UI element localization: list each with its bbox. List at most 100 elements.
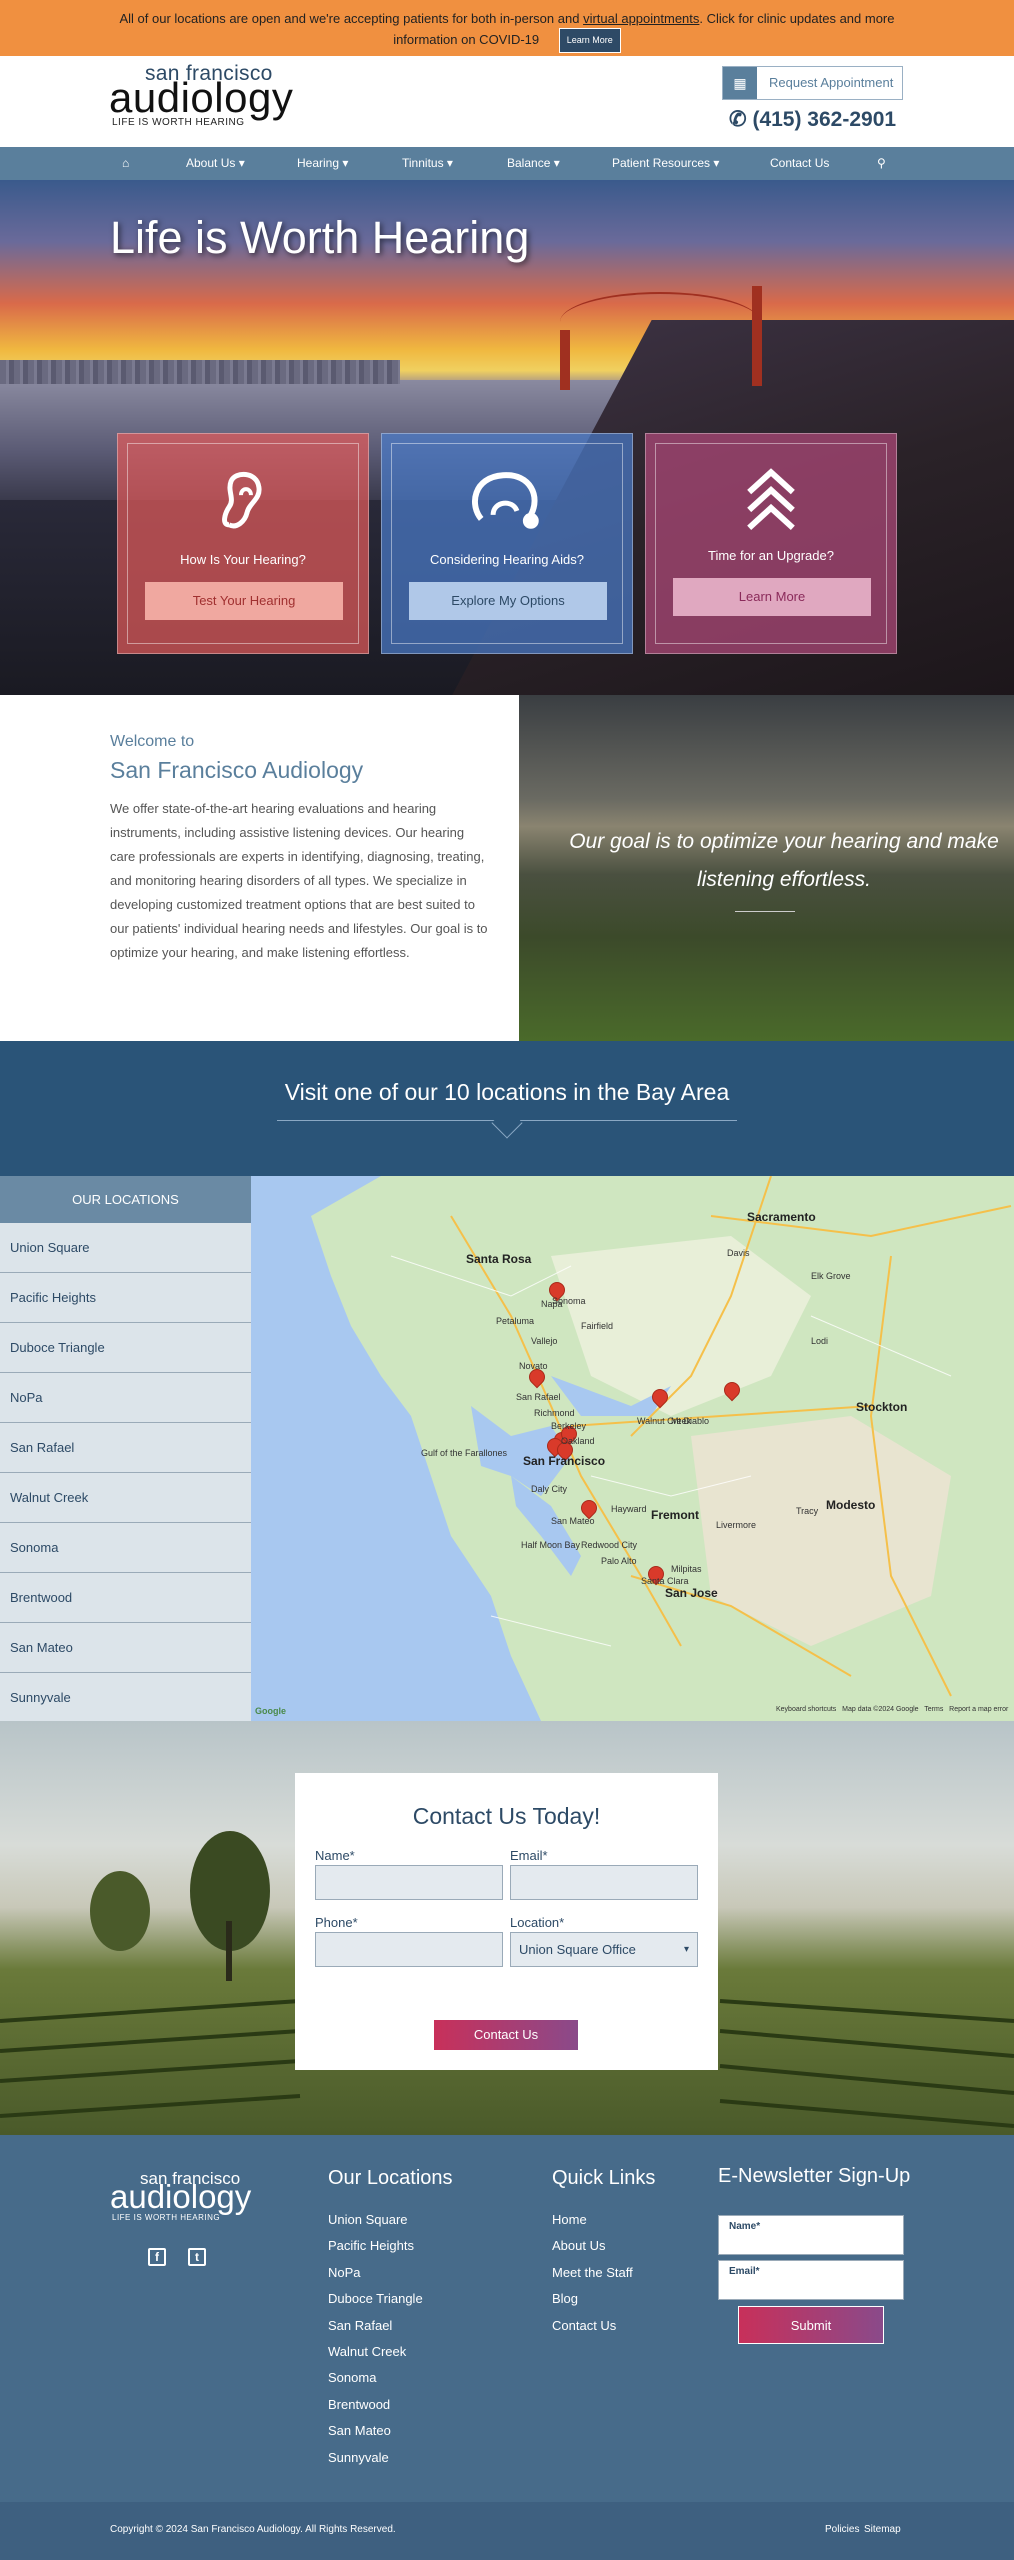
map-terrain	[311, 1176, 1014, 1721]
learn-more-button[interactable]: Learn More	[558, 28, 621, 53]
nav-contact-us[interactable]: Contact Us	[770, 147, 829, 180]
phone-icon: ✆	[729, 108, 747, 131]
email-input[interactable]	[510, 1865, 698, 1900]
google-logo: Google	[255, 1706, 286, 1716]
location-select[interactable]: Union Square Office ▾	[510, 1932, 698, 1967]
request-appointment-button[interactable]: ▦ Request Appointment	[722, 66, 903, 100]
sitemap-link[interactable]: Sitemap	[864, 2524, 901, 2535]
footer-quick-link[interactable]: Blog	[552, 2291, 578, 2306]
learn-more-upgrade-button[interactable]: Learn More	[673, 578, 871, 616]
location-list-item[interactable]: Brentwood	[0, 1573, 251, 1623]
map-place-label: San Mateo	[551, 1516, 595, 1526]
hearing-test-card[interactable]: How Is Your Hearing? Test Your Hearing	[117, 433, 369, 654]
map-place-label: Berkeley	[551, 1421, 587, 1431]
footer-location-link[interactable]: San Mateo	[328, 2423, 391, 2438]
map-place-label: Tracy	[796, 1506, 819, 1516]
footer-location-link[interactable]: Union Square	[328, 2212, 408, 2227]
locations-map[interactable]: Sacramento Santa Rosa San Francisco Stockto…	[251, 1176, 1014, 1721]
copyright-bar: Copyright © 2024 San Francisco Audiology…	[0, 2502, 1014, 2560]
location-list-item[interactable]: San Rafael	[0, 1423, 251, 1473]
welcome-title: San Francisco Audiology	[110, 757, 364, 783]
map-place-label: Redwood City	[581, 1540, 638, 1550]
nav-about-us-label: About Us	[186, 156, 236, 170]
goal-quote: Our goal is to optimize your hearing and…	[569, 830, 999, 891]
policies-link[interactable]: Policies	[825, 2524, 859, 2535]
nav-hearing-label: Hearing	[297, 156, 340, 170]
map-place-label: Hayward	[611, 1504, 647, 1514]
phone-input[interactable]	[315, 1932, 503, 1967]
nav-patient-resources[interactable]: Patient Resources ▾	[612, 147, 719, 180]
keyboard-shortcuts-link[interactable]: Keyboard shortcuts	[776, 1706, 836, 1713]
newsletter-submit-button[interactable]: Submit	[738, 2306, 884, 2344]
location-list-item[interactable]: Walnut Creek	[0, 1473, 251, 1523]
welcome-body: We offer state-of-the-art hearing evalua…	[110, 801, 488, 960]
footer-location-link[interactable]: San Rafael	[328, 2318, 392, 2333]
newsletter-name-input[interactable]: Name*	[718, 2215, 904, 2255]
contact-us-submit-button[interactable]: Contact Us	[434, 2020, 578, 2050]
facebook-icon[interactable]: f	[148, 2248, 166, 2266]
contact-form: Contact Us Today! Name* Email* Phone* Lo…	[295, 1773, 718, 2070]
map-place-label: Half Moon Bay	[521, 1540, 581, 1550]
chevrons-up-icon	[747, 468, 795, 530]
footer-location-link[interactable]: Duboce Triangle	[328, 2291, 423, 2306]
locations-banner: Visit one of our 10 locations in the Bay…	[0, 1041, 1014, 1176]
chevron-down-icon: ▾	[713, 156, 720, 170]
report-map-error-link[interactable]: Report a map error	[949, 1706, 1008, 1713]
nav-tinnitus[interactable]: Tinnitus ▾	[402, 147, 453, 180]
twitter-icon[interactable]: t	[188, 2248, 206, 2266]
footer-quick-link[interactable]: Meet the Staff	[552, 2265, 633, 2280]
map-place-label: Fremont	[651, 1508, 699, 1522]
newsletter-email-label: Email*	[729, 2266, 760, 2277]
newsletter-email-input[interactable]: Email*	[718, 2260, 904, 2300]
footer-location-link[interactable]: Sunnyvale	[328, 2450, 389, 2465]
nav-about-us[interactable]: About Us ▾	[186, 147, 245, 180]
map-place-label: Sonoma	[552, 1296, 586, 1306]
test-your-hearing-button[interactable]: Test Your Hearing	[145, 582, 343, 620]
map-place-label: Livermore	[716, 1520, 757, 1530]
goal-quote-panel: Our goal is to optimize your hearing and…	[519, 695, 1014, 1041]
location-list-item[interactable]: Duboce Triangle	[0, 1323, 251, 1373]
hearing-aids-card[interactable]: Considering Hearing Aids? Explore My Opt…	[381, 433, 633, 654]
locations-banner-title: Visit one of our 10 locations in the Bay…	[284, 1079, 730, 1105]
phone-link[interactable]: ✆ (415) 362-2901	[729, 107, 896, 132]
footer-quick-link[interactable]: Contact Us	[552, 2318, 616, 2333]
search-icon[interactable]: ⚲	[877, 147, 886, 180]
name-input[interactable]	[315, 1865, 503, 1900]
footer-location-link[interactable]: Walnut Creek	[328, 2344, 406, 2359]
location-list-item[interactable]: San Mateo	[0, 1623, 251, 1673]
footer-quick-link[interactable]: About Us	[552, 2238, 605, 2253]
footer-logo-tagline: LIFE IS WORTH HEARING	[112, 2213, 221, 2222]
newsletter-title: E-Newsletter Sign-Up	[718, 2165, 911, 2187]
terms-link[interactable]: Terms	[924, 1706, 943, 1713]
bridge-cable	[560, 292, 760, 352]
location-list-item[interactable]: NoPa	[0, 1373, 251, 1423]
home-icon[interactable]: ⌂	[122, 147, 129, 180]
chevron-down-icon: ▾	[342, 156, 349, 170]
footer-quick-link[interactable]: Home	[552, 2212, 587, 2227]
explore-my-options-button[interactable]: Explore My Options	[409, 582, 607, 620]
alert-text-before: All of our locations are open and we're …	[119, 11, 580, 26]
map-place-label: Santa Clara	[641, 1576, 689, 1586]
footer-location-link[interactable]: Sonoma	[328, 2370, 376, 2385]
footer-location-link[interactable]: Pacific Heights	[328, 2238, 414, 2253]
map-place-label: Modesto	[826, 1498, 876, 1512]
chevron-down-icon: ▾	[683, 1944, 689, 1955]
virtual-appointments-link[interactable]: virtual appointments	[583, 11, 699, 26]
name-label: Name*	[315, 1848, 355, 1863]
chevron-down-icon: ▾	[446, 156, 453, 170]
location-list-item[interactable]: Pacific Heights	[0, 1273, 251, 1323]
nav-balance-label: Balance	[507, 156, 551, 170]
ear-icon	[222, 472, 262, 529]
map-place-label: Elk Grove	[811, 1271, 851, 1281]
footer-location-link[interactable]: Brentwood	[328, 2397, 390, 2412]
footer-location-link[interactable]: NoPa	[328, 2265, 361, 2280]
location-select-value: Union Square Office	[519, 1942, 636, 1957]
card-label: Considering Hearing Aids?	[430, 552, 584, 567]
upgrade-card[interactable]: Time for an Upgrade? Learn More	[645, 433, 897, 654]
nav-hearing[interactable]: Hearing ▾	[297, 147, 348, 180]
map-place-label: Daly City	[531, 1484, 568, 1494]
location-list-item[interactable]: Sonoma	[0, 1523, 251, 1573]
location-list-item[interactable]: Sunnyvale	[0, 1673, 251, 1723]
nav-balance[interactable]: Balance ▾	[507, 147, 560, 180]
location-list-item[interactable]: Union Square	[0, 1223, 251, 1273]
